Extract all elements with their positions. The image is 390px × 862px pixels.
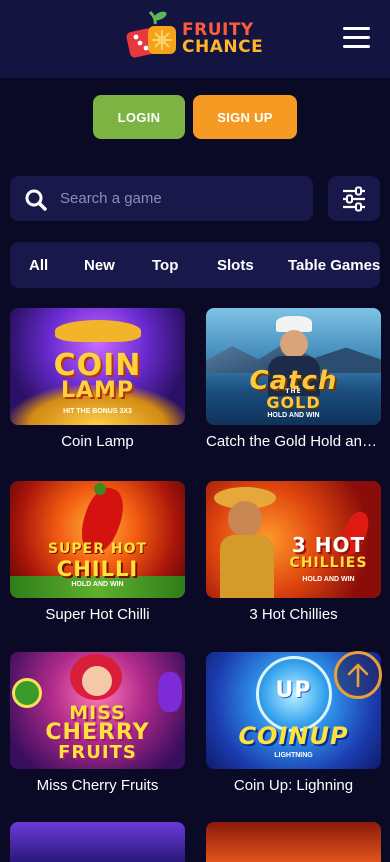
game-card[interactable]: Catch THE GOLD HOLD AND WIN Catch the Go…: [206, 308, 381, 450]
fruity-chance-logo-icon: [126, 10, 176, 58]
game-art-title-2: CHILLIES: [289, 555, 368, 571]
game-card[interactable]: 3 HOT CHILLIES HOLD AND WIN 3 Hot Chilli…: [206, 481, 381, 623]
game-art-subtitle: HOLD AND WIN: [267, 412, 320, 419]
category-tabs: All New Top Slots Table Games: [10, 242, 380, 288]
filter-sliders-icon: [343, 186, 365, 212]
game-art-title-2: GOLD: [266, 393, 321, 412]
game-title[interactable]: Catch the Gold Hold and Win: [206, 433, 381, 450]
game-card[interactable]: COIN LAMP HIT THE BONUS 3X3 Coin Lamp: [10, 308, 185, 450]
search-bar: [10, 176, 313, 221]
game-art-subtitle: HOLD AND WIN: [302, 576, 355, 583]
brand-wordmark: FRUITY CHANCE: [182, 22, 263, 56]
game-thumbnail[interactable]: COIN LAMP HIT THE BONUS 3X3: [10, 308, 185, 425]
game-thumbnail-partial[interactable]: [206, 822, 381, 862]
login-button[interactable]: LOGIN: [93, 95, 185, 139]
game-art-title-2: CHILLI: [56, 557, 139, 581]
filter-button[interactable]: [328, 176, 380, 221]
brand-line-2: CHANCE: [182, 37, 264, 57]
tab-top[interactable]: Top: [152, 257, 178, 274]
game-art-subtitle: HIT THE BONUS 3X3: [63, 408, 132, 415]
game-art-subtitle: HOLD AND WIN: [71, 581, 124, 588]
game-title[interactable]: 3 Hot Chillies: [206, 606, 381, 623]
tab-slots[interactable]: Slots: [217, 257, 254, 274]
menu-icon[interactable]: [343, 27, 370, 49]
arrow-up-icon: [347, 663, 369, 688]
game-thumbnail[interactable]: SUPER HOT CHILLI HOLD AND WIN: [10, 481, 185, 598]
game-thumbnail[interactable]: MISS CHERRY FRUITS: [10, 652, 185, 769]
tab-table-games[interactable]: Table Games: [288, 257, 380, 274]
game-card[interactable]: SUPER HOT CHILLI HOLD AND WIN Super Hot …: [10, 481, 185, 623]
game-art-title-2: COINUP: [238, 722, 349, 750]
game-art-title-2: LAMP: [60, 378, 135, 403]
game-title[interactable]: Miss Cherry Fruits: [10, 777, 185, 794]
signup-button[interactable]: SIGN UP: [193, 95, 297, 139]
game-art-title: 3 HOT: [291, 533, 366, 557]
game-card[interactable]: MISS CHERRY FRUITS Miss Cherry Fruits: [10, 652, 185, 794]
search-icon: [25, 189, 47, 211]
game-thumbnail-partial[interactable]: [10, 822, 185, 862]
game-title[interactable]: Coin Up: Lighning: [206, 777, 381, 794]
game-art-title: SUPER HOT: [47, 541, 148, 557]
app-header: FRUITY CHANCE: [0, 0, 390, 78]
search-input[interactable]: [60, 176, 300, 221]
brand-logo[interactable]: FRUITY CHANCE: [126, 10, 266, 66]
game-title[interactable]: Coin Lamp: [10, 433, 185, 450]
scroll-to-top-button[interactable]: [334, 651, 382, 699]
tab-all[interactable]: All: [29, 257, 48, 274]
tab-new[interactable]: New: [84, 257, 115, 274]
game-art-subtitle: LIGHTNING: [274, 752, 313, 759]
game-art-title-3: FRUITS: [58, 742, 137, 763]
game-thumbnail[interactable]: Catch THE GOLD HOLD AND WIN: [206, 308, 381, 425]
game-thumbnail[interactable]: 3 HOT CHILLIES HOLD AND WIN: [206, 481, 381, 598]
game-title[interactable]: Super Hot Chilli: [10, 606, 185, 623]
